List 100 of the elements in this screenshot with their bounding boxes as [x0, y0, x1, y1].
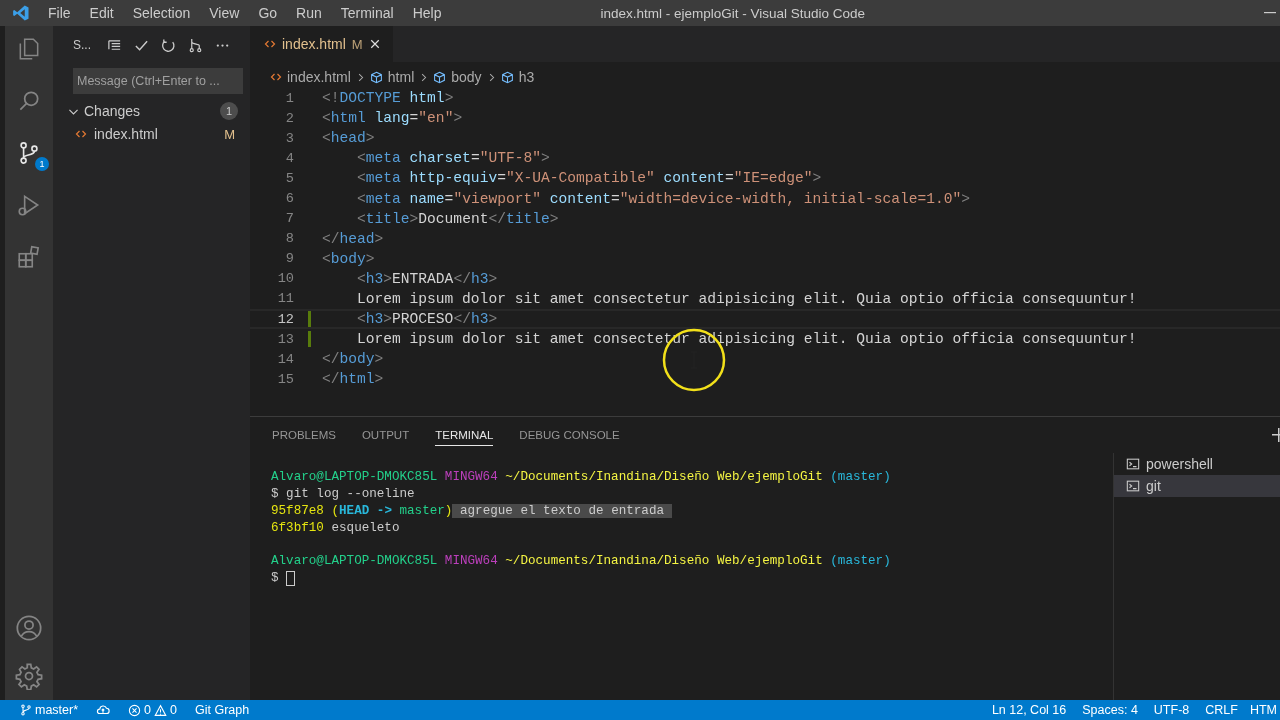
breadcrumb-item[interactable]: html: [369, 69, 415, 85]
app-logo-icon: [12, 4, 30, 22]
window-title: index.html - ejemploGit - Visual Studio Code: [600, 5, 866, 21]
code-line: <title>Document</title>: [356, 210, 559, 227]
file-status: M: [351, 36, 363, 52]
count-badge: 1: [35, 157, 49, 171]
terminal-line: $ git log --oneline: [271, 487, 415, 502]
breadcrumb-item[interactable]: h3: [500, 69, 535, 85]
panel-tab[interactable]: TERMINAL: [435, 424, 494, 446]
line-number: 2: [284, 110, 294, 126]
breadcrumb-label: index.html: [287, 69, 351, 85]
terminal-line: $: [271, 571, 279, 586]
code-line: </head>: [322, 230, 384, 247]
status-item[interactable]: CRLF: [1205, 703, 1238, 717]
panel-tab[interactable]: DEBUG CONSOLE: [519, 424, 620, 446]
code-line: <meta http-equiv="X-UA-Compatible" content="IE=edge">: [356, 170, 822, 187]
extensions-icon[interactable]: [16, 244, 42, 270]
line-number: 12: [276, 311, 294, 327]
menu-item[interactable]: File: [48, 5, 71, 21]
settings-icon[interactable]: [15, 662, 43, 690]
code-file-icon: [270, 71, 282, 83]
status-item[interactable]: Ln 12, Col 16: [991, 703, 1067, 717]
code-line: <body>: [322, 250, 375, 267]
cloud-icon[interactable]: [96, 703, 111, 717]
code-line: </body>: [322, 351, 384, 368]
menu-item[interactable]: View: [209, 5, 240, 21]
sidebar-title: S...: [73, 38, 91, 52]
list-icon[interactable]: [107, 37, 122, 53]
changed-file[interactable]: index.html M: [53, 122, 240, 146]
tab-label: index.html: [282, 36, 346, 52]
menu-item[interactable]: Help: [412, 5, 442, 21]
line-number: 3: [284, 130, 294, 146]
code-line: Lorem ipsum dolor sit amet consectetur adipisicing elit. Quia optio officia consequuntur!: [356, 291, 1137, 307]
cube-icon: [369, 70, 383, 84]
menu-item[interactable]: Terminal: [340, 5, 394, 21]
terminal-item[interactable]: git: [1114, 475, 1280, 497]
line-number: 5: [284, 170, 294, 186]
editor-tab[interactable]: index.html M: [250, 26, 393, 62]
code-line: <!DOCTYPE html>: [322, 90, 454, 107]
menu-item[interactable]: Edit: [89, 5, 114, 21]
terminal-name: powershell: [1146, 456, 1213, 472]
group-label: Changes: [84, 103, 142, 119]
git-graph-status[interactable]: Git Graph: [195, 703, 250, 717]
line-number: 15: [276, 371, 294, 387]
account-icon[interactable]: [15, 614, 43, 642]
code-line: <meta charset="UTF-8">: [356, 150, 550, 167]
branch-icon: [20, 704, 32, 716]
panel-tab[interactable]: OUTPUT: [361, 424, 410, 446]
commit-message-field[interactable]: Message (Ctrl+Enter to ...: [73, 68, 243, 94]
terminal-line: 95f87e8 (HEAD -> master) agregue el texto de entrada: [271, 504, 672, 518]
line-number: 1: [284, 90, 294, 106]
status-item[interactable]: UTF-8: [1153, 703, 1190, 717]
code-line: <head>: [322, 130, 375, 147]
breadcrumb-item[interactable]: index.html: [270, 69, 351, 85]
code-line: <meta name="viewport" content="width=device-width, initial-scale=1.0">: [356, 190, 971, 207]
breadcrumb-label: html: [387, 69, 415, 85]
code-line: </html>: [322, 371, 384, 388]
menu-item[interactable]: Selection: [132, 5, 191, 21]
line-number: 6: [284, 191, 294, 206]
branch-name: master*: [35, 703, 79, 717]
line-number: 11: [276, 291, 294, 307]
code-line: <h3>PROCESO</h3>: [356, 311, 498, 328]
terminal-line: Alvaro@LAPTOP-DMOKC85L MINGW64 ~/Documents/Inandina/Diseño Web/ejemploGit (master): [271, 470, 891, 485]
code-file-icon: [75, 128, 87, 140]
terminal-item[interactable]: powershell: [1114, 453, 1280, 475]
line-number: 14: [276, 351, 294, 367]
warning-count: 0: [170, 703, 177, 717]
branch-icon[interactable]: [188, 37, 203, 53]
line-number: 10: [276, 271, 294, 287]
code-file-icon: [264, 38, 276, 50]
code-line: <html lang="en">: [322, 110, 463, 127]
line-number: 9: [284, 251, 294, 267]
cube-icon: [500, 70, 514, 84]
changes-group[interactable]: Changes 1: [53, 100, 240, 122]
file-status: M: [224, 126, 235, 142]
menu-item[interactable]: Go: [258, 5, 278, 21]
error-count: 0: [144, 703, 152, 717]
line-number: 8: [284, 231, 294, 247]
breadcrumb-label: body: [451, 69, 482, 85]
breadcrumb-label: h3: [518, 69, 535, 85]
problems-status[interactable]: 0 0: [128, 703, 177, 717]
file-name: index.html: [94, 126, 159, 142]
panel-tab[interactable]: PROBLEMS: [272, 424, 336, 446]
code-line: <h3>ENTRADA</h3>: [356, 270, 498, 287]
close-icon[interactable]: [368, 38, 381, 50]
terminal-name: git: [1146, 478, 1161, 494]
terminal-line: Alvaro@LAPTOP-DMOKC85L MINGW64 ~/Documents/Inandina/Diseño Web/ejemploGit (master): [271, 554, 891, 569]
terminal-line: 6f3bf10 esqueleto: [271, 520, 400, 535]
status-item[interactable]: Spaces: 4: [1082, 703, 1138, 717]
minimize-icon[interactable]: [1264, 12, 1276, 14]
breadcrumb-item[interactable]: body: [433, 69, 482, 85]
error-icon: [128, 703, 142, 717]
cube-icon: [433, 70, 447, 84]
branch-status[interactable]: master*: [20, 703, 79, 717]
count-badge: 1: [220, 102, 238, 120]
line-number: 13: [276, 331, 294, 347]
refresh-icon[interactable]: [161, 37, 176, 53]
menu-item[interactable]: Run: [296, 5, 322, 21]
terminal-icon: [1126, 457, 1140, 471]
status-item[interactable]: HTM: [1249, 703, 1277, 717]
